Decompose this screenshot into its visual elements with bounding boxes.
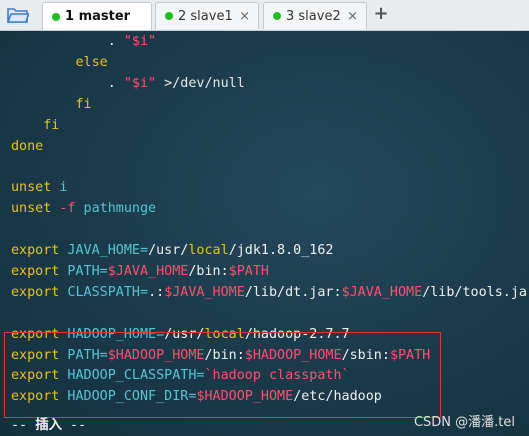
close-tab-icon[interactable]: ×	[239, 9, 250, 24]
code-token: "$i"	[123, 34, 157, 49]
code-token: fi	[75, 96, 92, 112]
code-token: .	[11, 34, 124, 49]
tab-bar: 1 master 2 slave1 × 3 slave2 × +	[0, 0, 529, 31]
code-token: -f	[51, 201, 76, 217]
add-tab-icon[interactable]: +	[372, 4, 390, 24]
code-token: else	[75, 54, 108, 70]
terminal-line: unset i	[11, 178, 67, 198]
connected-status-icon	[273, 12, 281, 20]
code-token: $JAVA_HOME	[164, 284, 245, 300]
code-token: .:	[148, 284, 165, 300]
terminal-line: done	[11, 137, 43, 157]
tab-label: 1 master	[65, 9, 131, 24]
code-token: PATH=	[59, 263, 108, 279]
terminal-output[interactable]: . "$i" else . "$i" >/dev/null fi fi done u…	[0, 31, 529, 436]
code-token: >/dev/null	[156, 75, 245, 91]
code-token: /usr/	[148, 243, 189, 258]
connected-status-icon	[165, 12, 173, 20]
code-token: done	[11, 138, 44, 154]
status-prefix: --	[11, 418, 36, 433]
terminal-line: fi	[11, 116, 59, 136]
connected-status-icon	[52, 12, 60, 21]
code-token: /bin:	[188, 263, 229, 279]
terminal-line: fi	[11, 95, 92, 115]
terminal-line: export PATH=$JAVA_HOME/bin:$PATH	[11, 262, 269, 282]
terminal-line: export CLASSPATH=.:$JAVA_HOME/lib/dt.jar…	[11, 283, 529, 303]
tab-slave1[interactable]: 2 slave1 ×	[155, 2, 259, 29]
code-token: i	[51, 180, 68, 196]
terminal-line: else	[11, 53, 108, 73]
code-token: /lib/tools.jar	[422, 284, 529, 300]
highlight-box	[4, 332, 441, 418]
code-token: pathmunge	[75, 201, 157, 217]
code-token: $JAVA_HOME	[107, 263, 189, 279]
tab-slave2[interactable]: 3 slave2 ×	[263, 2, 367, 29]
folder-icon	[7, 8, 29, 23]
code-token: "$i"	[123, 75, 157, 91]
tab-label: 2 slave1	[178, 8, 233, 24]
code-token: .	[11, 75, 124, 91]
tab-master[interactable]: 1 master	[42, 2, 152, 30]
code-token: export	[11, 284, 60, 300]
code-token: unset	[11, 201, 52, 217]
open-folder-button[interactable]	[3, 3, 33, 27]
code-token: export	[11, 243, 60, 258]
code-token: CLASSPATH=	[59, 284, 149, 300]
insert-mode-label: 插入	[35, 418, 62, 433]
tab-label: 3 slave2	[286, 8, 341, 24]
status-suffix: --	[61, 418, 87, 433]
code-token: unset	[11, 180, 52, 196]
watermark: CSDN @潘潘.tel	[413, 415, 515, 430]
code-token: JAVA_HOME=	[59, 243, 149, 258]
code-token: export	[11, 263, 60, 279]
terminal-line: unset -f pathmunge	[11, 199, 156, 219]
close-tab-icon[interactable]: ×	[347, 9, 358, 24]
code-token: $PATH	[228, 263, 269, 279]
terminal-line: export JAVA_HOME=/usr/local/jdk1.8.0_162	[11, 241, 334, 261]
code-token: /jdk1.8.0_162	[228, 243, 334, 258]
code-token: fi	[43, 117, 60, 133]
code-token: $JAVA_HOME	[341, 284, 423, 300]
terminal-line: . "$i" >/dev/null	[11, 74, 245, 94]
code-token: /lib/dt.jar:	[244, 284, 342, 300]
code-token: local	[188, 243, 229, 258]
editor-mode-status: -- 插入 --	[11, 416, 86, 436]
terminal-line: . "$i"	[11, 32, 156, 52]
